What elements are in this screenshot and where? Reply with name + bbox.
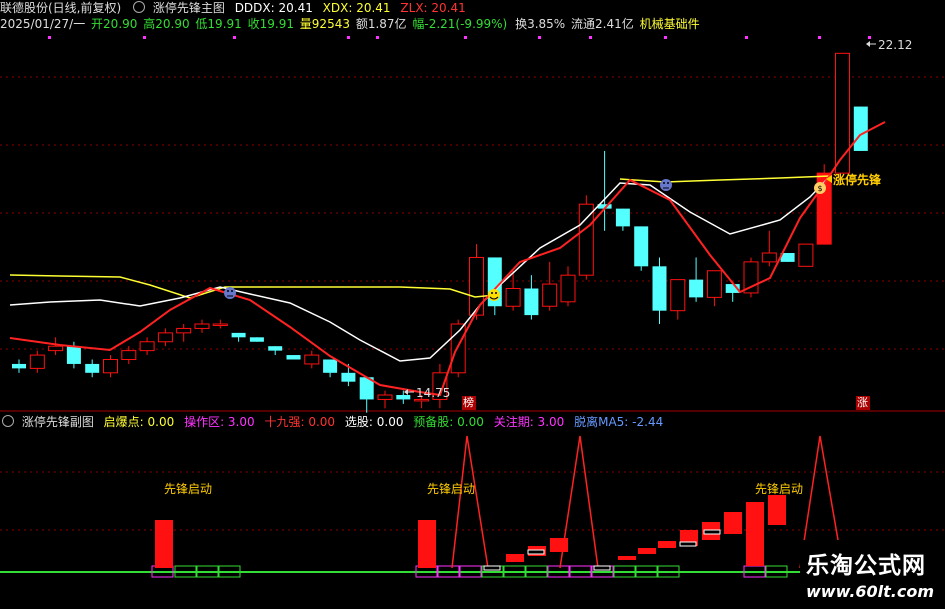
high-price-label: 22.12 [878, 38, 913, 52]
start-label-3: 先锋启动 [755, 482, 804, 496]
strength-bar [550, 538, 568, 552]
face-icon [224, 287, 236, 299]
sub-header: 涨停先锋副图 启爆点: 0.00 操作区: 3.00 十九强: 0.00 选股:… [0, 414, 945, 430]
signal-dots [48, 36, 871, 39]
candle [12, 363, 26, 369]
qibao-value: 启爆点: 0.00 [103, 415, 175, 429]
strength-bar [658, 541, 676, 548]
zhang-marker: 涨 [857, 396, 868, 409]
bang-marker: 榜 [463, 396, 474, 409]
low-price-label: 14.75 [416, 386, 451, 400]
candle [48, 345, 64, 352]
shijiu-value: 十九强: 0.00 [264, 415, 336, 429]
candle [761, 252, 777, 263]
watermark-name: 乐淘公式网 [806, 553, 926, 579]
candle [469, 256, 484, 316]
red-line [9, 121, 886, 397]
xuangu-value: 选股: 0.00 [344, 415, 404, 429]
candle [286, 355, 301, 360]
signal-dot [745, 36, 748, 39]
candle [798, 243, 814, 267]
high-arrow [866, 41, 876, 47]
candle [249, 337, 264, 342]
caozuo-value: 操作区: 3.00 [184, 415, 255, 429]
yubei-value: 预备股: 0.00 [413, 415, 484, 429]
candle [29, 354, 45, 369]
strength-bar [724, 512, 742, 534]
strength-bar [506, 554, 524, 562]
candle [231, 332, 246, 338]
candle [853, 106, 868, 151]
signal-label: 涨停先锋 [833, 173, 882, 187]
smile-icon [488, 289, 500, 301]
candle [323, 359, 338, 373]
candle [835, 52, 850, 174]
stock-chart[interactable]: $ [0, 0, 945, 609]
candle [66, 346, 81, 364]
svg-text:$: $ [817, 184, 822, 193]
marker-bar [527, 549, 545, 555]
candle [542, 283, 558, 307]
tuoli-value: 脱离MA5: -2.44 [574, 415, 664, 429]
candle [560, 274, 576, 303]
candle [85, 363, 100, 373]
white-line [9, 175, 831, 362]
candle [103, 359, 118, 374]
candle [670, 279, 686, 312]
candle [121, 350, 137, 360]
strength-bar [618, 556, 636, 560]
marker-bar [483, 565, 501, 571]
start-label-1: 先锋启动 [164, 482, 213, 496]
candle [524, 288, 539, 316]
money-icon: $ [814, 182, 826, 194]
candle [268, 346, 283, 351]
signal-dot [818, 36, 821, 39]
candle [157, 332, 173, 343]
candle [652, 266, 667, 311]
candle [139, 341, 155, 352]
peak-line-1 [451, 435, 489, 569]
candle [396, 395, 411, 400]
marker-bar [679, 541, 697, 547]
marker-bar [703, 529, 721, 535]
signal-dot [538, 36, 541, 39]
candle [578, 203, 594, 276]
candle [377, 394, 393, 400]
face-icon-2 [660, 179, 672, 191]
candle [212, 323, 228, 326]
watermark-url: www.60lt.com [806, 582, 935, 601]
signal-dot [589, 36, 592, 39]
candle [176, 327, 192, 334]
guanzhu-value: 关注期: 3.00 [493, 415, 565, 429]
signal-dot [143, 36, 146, 39]
marker-bar [593, 565, 611, 571]
sub-indicator-name[interactable]: 涨停先锋副图 [22, 414, 94, 430]
signal-dot [48, 36, 51, 39]
strength-bar [155, 520, 173, 568]
candle [706, 270, 722, 298]
candle [505, 288, 521, 307]
candle [194, 323, 210, 329]
candlestick-series [12, 52, 868, 413]
strength-bar [418, 520, 436, 568]
candle [304, 354, 320, 365]
signal-dot [868, 36, 871, 39]
signal-dot [233, 36, 236, 39]
signal-dot [347, 36, 350, 39]
strength-bar [746, 502, 764, 566]
sub-bars [155, 495, 786, 571]
yellow-line-2 [619, 175, 831, 183]
candle [634, 226, 649, 267]
candle [689, 279, 704, 298]
signal-dot [464, 36, 467, 39]
sub-settings-icon[interactable] [2, 415, 14, 427]
signal-dot [664, 36, 667, 39]
strength-bar [638, 548, 656, 554]
strength-bar [768, 495, 786, 525]
start-label-2: 先锋启动 [427, 482, 476, 496]
signal-dot [376, 36, 379, 39]
candle [615, 208, 630, 227]
candle [341, 372, 356, 382]
